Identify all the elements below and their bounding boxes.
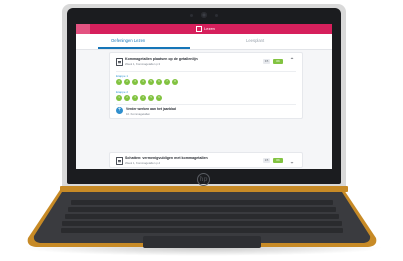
stage-2-dots: 1 2 3 4 5 6 <box>116 94 296 101</box>
stage-1: Etappe 1 1 2 3 4 5 6 7 8 <box>110 72 302 88</box>
exercise-dot[interactable]: 4 <box>140 78 146 85</box>
lesson-title: Kommagetallen plaatsen op de getallenlij… <box>125 57 198 61</box>
exercise-dot[interactable]: 1 <box>116 78 122 85</box>
exercise-dot[interactable]: 2 <box>124 78 130 85</box>
lesson-2-subtitle: Week 1, Kommagetallen p.4 <box>125 160 161 165</box>
tab-leesplant[interactable]: Leesplant <box>246 38 264 44</box>
status-badge: OK <box>273 157 283 163</box>
status-badge: OK <box>273 59 283 64</box>
next-task-subtitle: 10. Kommagetallen <box>126 112 151 116</box>
key-row <box>61 228 343 233</box>
exercise-dot[interactable]: 2 <box>124 94 130 101</box>
exercise-dot[interactable]: 1 <box>116 94 122 101</box>
next-task-row[interactable]: + Verder werken aan het jaarblad 10. Kom… <box>110 104 302 118</box>
lesson-2-panel[interactable]: Schatten: vermenigvuldigen met kommageta… <box>109 152 303 168</box>
laptop-screen: Lezen Oefeningen Lezen Leesplant Kommage… <box>76 24 332 169</box>
tab-oefeningen-lezen[interactable]: Oefeningen Lezen <box>111 38 145 44</box>
key-row <box>65 214 339 219</box>
exercise-dot[interactable]: 3 <box>132 78 138 85</box>
exercise-dot[interactable]: 5 <box>148 78 154 85</box>
next-task-title: Verder werken aan het jaarblad <box>126 107 176 111</box>
hp-logo: hp <box>197 173 210 186</box>
active-tab-indicator <box>98 47 190 49</box>
lesson-panel: Kommagetallen plaatsen op de getallenlij… <box>109 52 303 119</box>
webcam-icon <box>201 12 207 18</box>
sensor-dot <box>215 13 218 17</box>
key-row <box>71 200 333 205</box>
book-icon <box>116 58 123 66</box>
stage-1-dots: 1 2 3 4 5 6 7 8 <box>116 78 296 85</box>
score-badge: 3/5 <box>263 59 270 64</box>
exercise-dot[interactable]: 8 <box>172 78 178 85</box>
exercise-dot[interactable]: 5 <box>148 94 154 101</box>
tab-bar: Oefeningen Lezen Leesplant <box>76 34 332 50</box>
grid-icon <box>196 25 202 32</box>
book-icon <box>116 157 123 165</box>
lesson-header[interactable]: Kommagetallen plaatsen op de getallenlij… <box>110 53 302 71</box>
score-badge: 2/5 <box>263 157 270 163</box>
app-title-label: Lezen <box>204 26 215 31</box>
app-title: Lezen <box>196 25 215 33</box>
exercise-dot[interactable]: 4 <box>140 94 146 101</box>
exercise-dot[interactable]: 6 <box>156 94 162 101</box>
trackpad[interactable] <box>143 236 261 248</box>
sensor-dot <box>190 13 193 17</box>
exercise-dot[interactable]: 7 <box>164 78 170 85</box>
exercise-dot[interactable]: 6 <box>156 78 162 85</box>
chevron-up-icon[interactable]: ⌃ <box>289 58 295 64</box>
lesson-subtitle: Week 1, Kommagetallen p.3 <box>125 62 161 66</box>
app-topbar: Lezen <box>76 24 332 34</box>
keyboard <box>61 200 343 234</box>
key-row <box>62 221 342 226</box>
chevron-down-icon[interactable]: ⌃ <box>289 157 295 163</box>
stage-2: Etappe 2 1 2 3 4 5 6 <box>110 88 302 104</box>
topbar-accent <box>76 24 90 34</box>
lesson-2-title: Schatten: vermenigvuldigen met kommageta… <box>125 155 208 160</box>
plus-icon: + <box>116 107 123 114</box>
exercise-dot[interactable]: 3 <box>132 94 138 101</box>
key-row <box>68 207 336 212</box>
